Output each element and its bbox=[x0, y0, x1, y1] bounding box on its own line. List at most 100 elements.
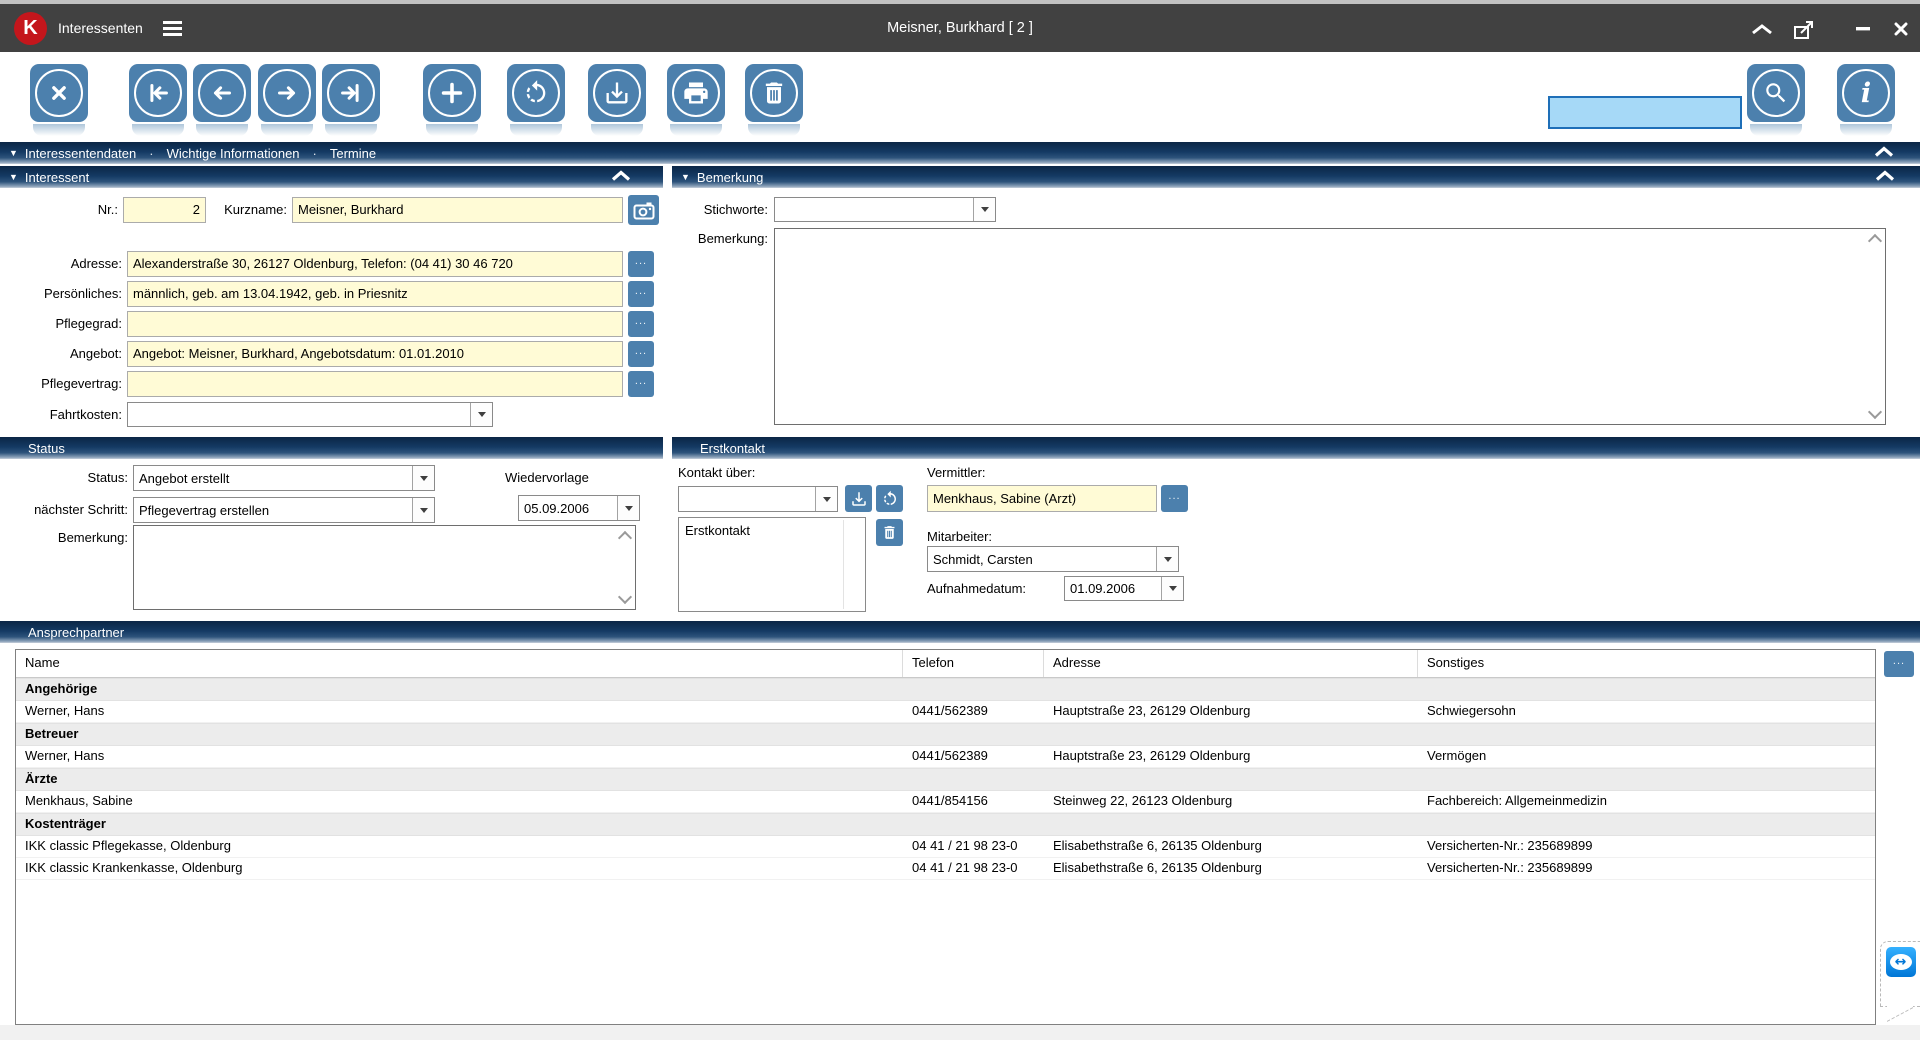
tab-wichtige-informationen[interactable]: Wichtige Informationen bbox=[167, 146, 300, 161]
column-header-adresse[interactable]: Adresse bbox=[1044, 650, 1418, 677]
kontakt-ueber-dropdown[interactable] bbox=[678, 486, 838, 512]
chevron-down-icon[interactable] bbox=[412, 466, 434, 490]
pflegevertrag-field[interactable] bbox=[127, 371, 623, 397]
next-step-dropdown[interactable]: Pflegevertrag erstellen bbox=[133, 497, 435, 523]
pflegevertrag-more-button[interactable]: ... bbox=[628, 371, 654, 397]
column-header-name[interactable]: Name bbox=[16, 650, 903, 677]
chevron-down-icon[interactable] bbox=[412, 498, 434, 522]
hamburger-menu-icon[interactable] bbox=[163, 21, 182, 36]
delete-button[interactable] bbox=[745, 64, 803, 136]
bemerkung-label: Bemerkung: bbox=[697, 231, 768, 246]
angebot-more-button[interactable]: ... bbox=[628, 341, 654, 367]
info-button[interactable]: i bbox=[1837, 64, 1895, 136]
search-input[interactable] bbox=[1550, 98, 1740, 127]
minimize-icon[interactable] bbox=[1848, 16, 1878, 42]
close-record-button[interactable] bbox=[30, 64, 88, 136]
wiedervorlage-date-dropdown[interactable]: 05.09.2006 bbox=[518, 495, 640, 521]
kontakt-delete-button[interactable] bbox=[876, 519, 903, 546]
remote-support-flyout[interactable]: ↔ bbox=[1880, 941, 1920, 1007]
adresse-more-button[interactable]: ... bbox=[628, 251, 654, 277]
scroll-down-icon[interactable] bbox=[1867, 404, 1883, 420]
chevron-down-icon[interactable] bbox=[470, 403, 492, 426]
kontakt-undo-button[interactable] bbox=[876, 485, 903, 512]
add-record-button[interactable] bbox=[423, 64, 481, 136]
table-cell: 0441/562389 bbox=[912, 703, 988, 718]
erstkontakt-section-title: Erstkontakt bbox=[700, 440, 766, 456]
status-dropdown[interactable]: Angebot erstellt bbox=[133, 465, 435, 491]
undo-button[interactable] bbox=[507, 64, 565, 136]
pflegegrad-field[interactable] bbox=[127, 311, 623, 337]
quick-search-field[interactable] bbox=[1548, 96, 1742, 129]
table-cell: 04 41 / 21 98 23-0 bbox=[912, 860, 1018, 875]
record-title: Meisner, Burkhard [ 2 ] bbox=[887, 20, 1033, 36]
save-button[interactable] bbox=[588, 64, 646, 136]
chevron-down-icon[interactable] bbox=[1156, 547, 1178, 571]
table-cell: 0441/562389 bbox=[912, 748, 988, 763]
chevron-down-icon[interactable] bbox=[973, 198, 995, 221]
search-button[interactable] bbox=[1747, 64, 1805, 136]
scroll-down-icon[interactable] bbox=[617, 589, 633, 605]
print-button[interactable] bbox=[667, 64, 725, 136]
mitarbeiter-dropdown[interactable]: Schmidt, Carsten bbox=[927, 546, 1179, 572]
pflegegrad-more-button[interactable]: ... bbox=[628, 311, 654, 337]
last-record-button[interactable] bbox=[322, 64, 380, 136]
scroll-up-icon[interactable] bbox=[617, 530, 633, 546]
table-row[interactable]: IKK classic Pflegekasse, Oldenburg 04 41 … bbox=[16, 836, 1875, 858]
list-column-divider bbox=[843, 520, 844, 609]
stichworte-dropdown[interactable] bbox=[774, 197, 996, 222]
maximize-icon[interactable] bbox=[1790, 16, 1820, 42]
table-row[interactable]: IKK classic Krankenkasse, Oldenburg 04 41… bbox=[16, 858, 1875, 880]
app-logo-icon: K bbox=[14, 12, 47, 45]
title-bar: K Interessenten Meisner, Burkhard [ 2 ] bbox=[0, 4, 1920, 52]
collapse-window-icon[interactable] bbox=[1747, 16, 1777, 42]
vermittler-label: Vermittler: bbox=[927, 465, 986, 480]
table-row[interactable]: Werner, Hans 0441/562389 Hauptstraße 23, 2… bbox=[16, 746, 1875, 768]
ansprechpartner-more-button[interactable]: ... bbox=[1884, 651, 1914, 677]
chevron-down-icon[interactable] bbox=[815, 487, 837, 511]
fahrtkosten-dropdown[interactable] bbox=[127, 402, 493, 427]
kurzname-label: Kurzname: bbox=[224, 202, 287, 217]
aufnahmedatum-label: Aufnahmedatum: bbox=[927, 581, 1027, 596]
collapse-bemerkung-icon[interactable] bbox=[1875, 170, 1895, 185]
photo-camera-button[interactable] bbox=[628, 195, 659, 225]
table-cell: Menkhaus, Sabine bbox=[25, 793, 133, 808]
table-group-row: Betreuer bbox=[16, 723, 1875, 746]
expand-triangle-icon: ▼ bbox=[9, 148, 18, 158]
trash-icon bbox=[884, 526, 895, 539]
kontakt-list[interactable]: Erstkontakt bbox=[678, 517, 866, 612]
aufnahmedatum-dropdown[interactable]: 01.09.2006 bbox=[1064, 576, 1184, 601]
previous-record-button[interactable] bbox=[193, 64, 251, 136]
persoenliches-more-button[interactable]: ... bbox=[628, 281, 654, 307]
angebot-field[interactable]: Angebot: Meisner, Burkhard, Angebotsdatu… bbox=[127, 341, 623, 367]
close-window-icon[interactable] bbox=[1886, 16, 1916, 42]
first-record-button[interactable] bbox=[129, 64, 187, 136]
list-item[interactable]: Erstkontakt bbox=[679, 518, 865, 544]
vermittler-field[interactable]: Menkhaus, Sabine (Arzt) bbox=[927, 485, 1157, 512]
kontakt-save-button[interactable] bbox=[845, 485, 872, 512]
vermittler-more-button[interactable]: ... bbox=[1161, 485, 1188, 512]
table-row[interactable]: Werner, Hans 0441/562389 Hauptstraße 23, 2… bbox=[16, 701, 1875, 723]
next-record-button[interactable] bbox=[258, 64, 316, 136]
kurzname-field[interactable]: Meisner, Burkhard bbox=[292, 197, 623, 223]
persoenliches-field[interactable]: männlich, geb. am 13.04.1942, geb. in Pr… bbox=[127, 281, 623, 307]
collapse-tabs-icon[interactable] bbox=[1874, 146, 1894, 161]
table-cell: Kostenträger bbox=[25, 816, 106, 831]
collapse-interessent-icon[interactable] bbox=[611, 170, 631, 185]
adresse-field[interactable]: Alexanderstraße 30, 26127 Oldenburg, Tel… bbox=[127, 251, 623, 277]
status-bemerkung-textarea[interactable] bbox=[133, 525, 636, 610]
interessent-section-bar: ▼ Interessent bbox=[0, 166, 663, 188]
camera-icon bbox=[633, 202, 654, 219]
bemerkung-textarea[interactable] bbox=[774, 228, 1886, 425]
column-header-sonstiges[interactable]: Sonstiges bbox=[1418, 650, 1875, 677]
scroll-up-icon[interactable] bbox=[1867, 233, 1883, 249]
column-header-telefon[interactable]: Telefon bbox=[903, 650, 1044, 677]
chevron-down-icon[interactable] bbox=[1161, 577, 1183, 600]
table-row[interactable]: Menkhaus, Sabine 0441/854156 Steinweg 22, … bbox=[16, 791, 1875, 813]
tab-interessentendaten[interactable]: Interessentendaten bbox=[25, 146, 136, 161]
chevron-down-icon[interactable] bbox=[617, 496, 639, 520]
next-step-label: nächster Schritt: bbox=[34, 502, 128, 517]
mitarbeiter-label: Mitarbeiter: bbox=[927, 529, 993, 544]
table-cell: Steinweg 22, 26123 Oldenburg bbox=[1053, 793, 1233, 808]
tab-termine[interactable]: Termine bbox=[330, 146, 376, 161]
remote-support-icon[interactable]: ↔ bbox=[1885, 947, 1916, 977]
